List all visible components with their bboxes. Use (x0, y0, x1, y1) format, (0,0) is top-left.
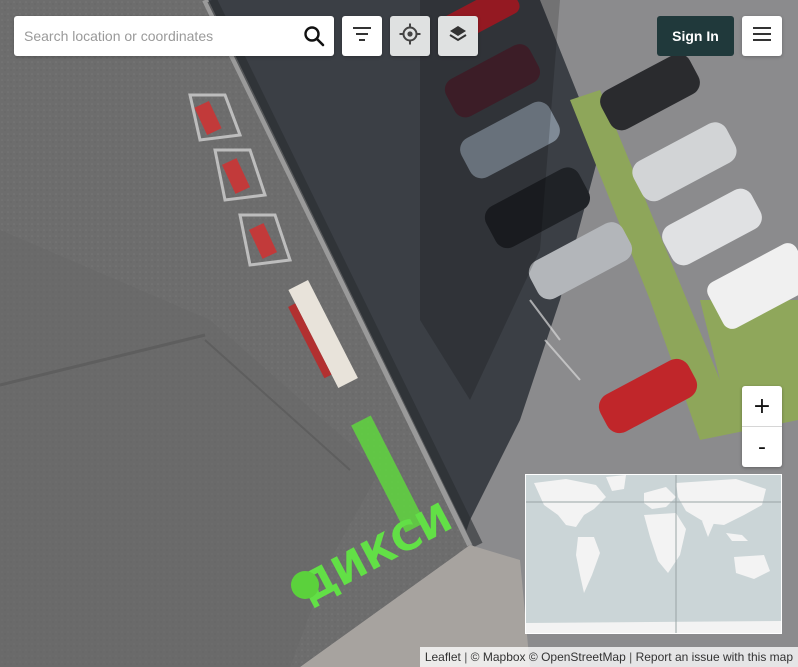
mapbox-credit[interactable]: © Mapbox (471, 650, 526, 664)
menu-button[interactable] (742, 16, 782, 56)
osm-credit[interactable]: © OpenStreetMap (529, 650, 626, 664)
filter-button[interactable] (342, 16, 382, 56)
attribution-separator: | (629, 650, 633, 664)
apple-logo (291, 571, 319, 599)
overview-minimap[interactable] (525, 474, 782, 634)
filter-icon (352, 26, 372, 47)
hamburger-menu-icon (752, 26, 772, 47)
sign-in-label: Sign In (672, 28, 719, 44)
zoom-control: + - (742, 386, 782, 467)
zoom-in-button[interactable]: + (742, 386, 782, 426)
locate-button[interactable] (390, 16, 430, 56)
sign-in-button[interactable]: Sign In (657, 16, 734, 56)
attribution-separator: | (464, 650, 468, 664)
zoom-out-button[interactable]: - (742, 427, 782, 467)
search-box (14, 16, 334, 56)
leaflet-link[interactable]: Leaflet (425, 650, 461, 664)
report-issue-link[interactable]: Report an issue with this map (636, 650, 793, 664)
search-input[interactable] (14, 16, 284, 56)
search-icon[interactable] (302, 24, 326, 48)
layers-icon (448, 24, 468, 49)
locate-icon (399, 23, 421, 50)
layers-button[interactable] (438, 16, 478, 56)
world-map (526, 475, 781, 633)
map-attribution: Leaflet | © Mapbox © OpenStreetMap | Rep… (419, 647, 798, 667)
